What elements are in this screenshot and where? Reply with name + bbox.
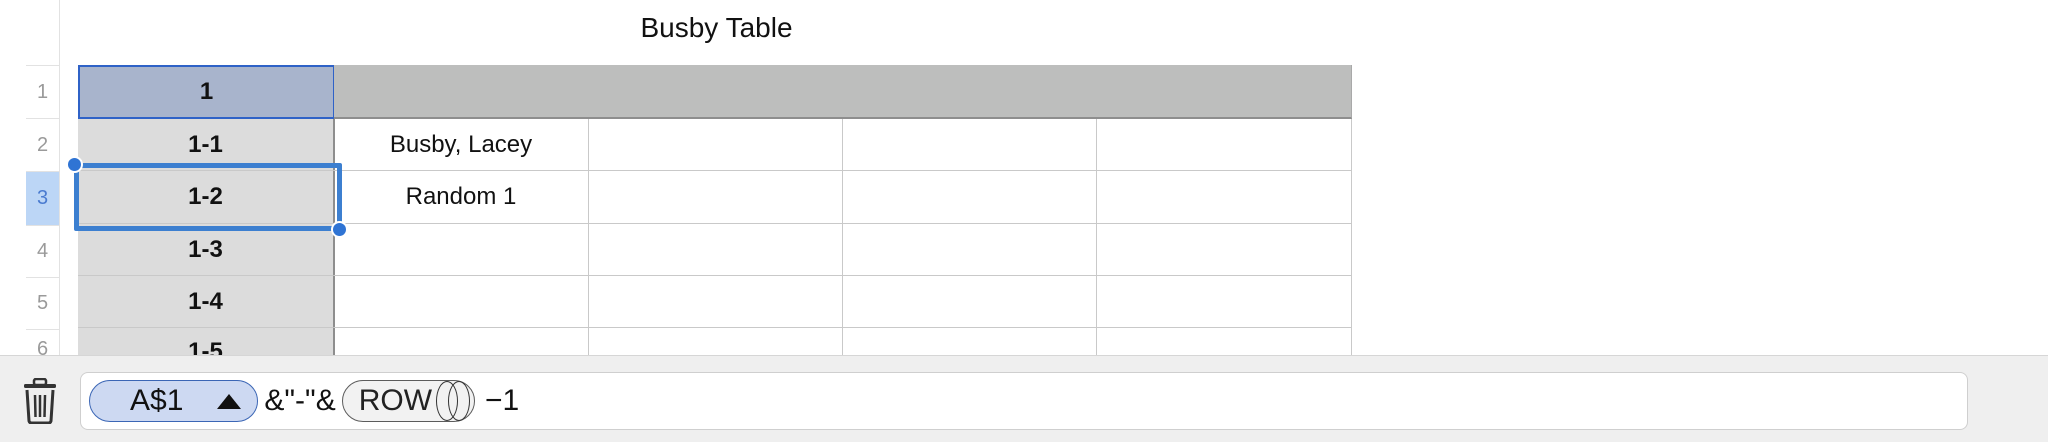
cell-a4[interactable]: 1-3 <box>78 224 335 276</box>
cell-a1[interactable]: 1 <box>78 65 335 119</box>
cell-d3[interactable] <box>842 171 1097 224</box>
selection-handle-bottom-right[interactable] <box>331 221 348 238</box>
formula-input[interactable]: A$1 &"-"& ROW −1 <box>80 372 1968 430</box>
formula-tail: −1 <box>485 384 520 417</box>
cell-e2[interactable] <box>1096 119 1352 171</box>
cell-d1[interactable] <box>842 65 1097 119</box>
function-token[interactable]: ROW <box>341 380 476 422</box>
cell-e6[interactable] <box>1096 328 1352 355</box>
selection-handle-top-left[interactable] <box>66 156 83 173</box>
row-header-5[interactable]: 5 <box>26 278 60 329</box>
cell-b3[interactable]: Random 1 <box>334 171 589 224</box>
function-token-label: ROW <box>358 384 433 417</box>
cell-d6[interactable] <box>842 328 1097 355</box>
cell-a6[interactable]: 1-5 <box>78 328 335 355</box>
row-header-3[interactable]: 3 <box>26 172 60 225</box>
cell-e4[interactable] <box>1096 224 1352 276</box>
cell-d4[interactable] <box>842 224 1097 276</box>
cell-c6[interactable] <box>588 328 843 355</box>
reference-token-label: A$1 <box>130 384 184 417</box>
cell-d5[interactable] <box>842 276 1097 328</box>
cell-b6[interactable] <box>334 328 589 355</box>
row-header-2[interactable]: 2 <box>26 119 60 171</box>
cell-b1[interactable] <box>334 65 589 119</box>
cell-b5[interactable] <box>334 276 589 328</box>
cell-b2[interactable]: Busby, Lacey <box>334 119 589 171</box>
cell-a5[interactable]: 1-4 <box>78 276 335 328</box>
cell-e3[interactable] <box>1096 171 1352 224</box>
trash-icon[interactable] <box>18 378 62 424</box>
cell-b4[interactable] <box>334 224 589 276</box>
row-header-1[interactable]: 1 <box>26 66 60 118</box>
cell-c4[interactable] <box>588 224 843 276</box>
paren-close-icon <box>448 381 471 421</box>
row-header-blank <box>26 0 60 65</box>
spreadsheet-canvas: 1 2 3 4 5 6 Busby Table 1 1-1 Busby, Lac… <box>0 0 2048 355</box>
row-header-4[interactable]: 4 <box>26 226 60 277</box>
cell-c1[interactable] <box>588 65 843 119</box>
cell-e5[interactable] <box>1096 276 1352 328</box>
cell-c2[interactable] <box>588 119 843 171</box>
cell-d2[interactable] <box>842 119 1097 171</box>
cell-e1[interactable] <box>1096 65 1352 119</box>
cell-a2[interactable]: 1-1 <box>78 119 335 171</box>
cell-c5[interactable] <box>588 276 843 328</box>
formula-bar: A$1 &"-"& ROW −1 <box>0 355 2048 442</box>
cell-c3[interactable] <box>588 171 843 224</box>
reference-token[interactable]: A$1 <box>89 380 259 422</box>
cell-a3[interactable]: 1-2 <box>78 171 335 224</box>
triangle-up-icon[interactable] <box>217 393 242 409</box>
concat-operator: &"-"& <box>264 384 336 417</box>
row-header-6[interactable]: 6 <box>26 330 60 355</box>
table-title[interactable]: Busby Table <box>440 12 993 44</box>
